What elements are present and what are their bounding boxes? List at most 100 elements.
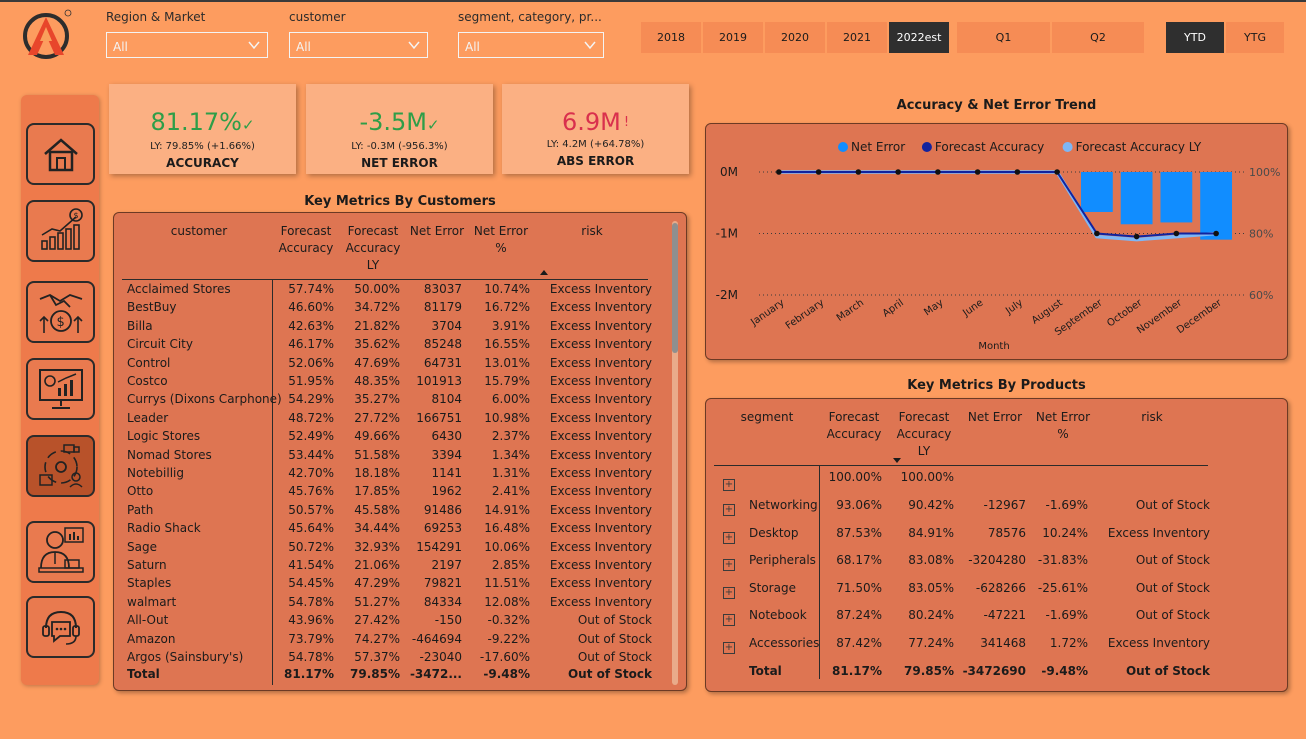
filter-region-market[interactable]: Region & Market All	[106, 10, 268, 58]
table-row[interactable]: + Peripherals 68.17% 83.08% -3204280 -31.83% O…	[714, 553, 1210, 575]
table-row[interactable]: Circuit City 46.17% 35.62% 85248 16.55% Exces…	[122, 337, 652, 355]
filter-dropdown[interactable]: All	[458, 32, 604, 58]
net-error-bar	[1080, 172, 1113, 212]
data-point	[1213, 230, 1219, 237]
cell-forecast-accuracy: 73.79%	[288, 631, 334, 646]
year-button-2022est[interactable]: 2022est	[889, 22, 949, 53]
table-total-row[interactable]: Total 81.17% 79.85% -3472690 -9.48% Out of St…	[714, 664, 1210, 686]
cell-risk: Excess Inventory	[549, 300, 652, 315]
customers-table-title: Key Metrics By Customers	[304, 194, 496, 209]
col-header-risk[interactable]: risk	[1122, 409, 1182, 426]
col-header-customer[interactable]: customer	[164, 223, 234, 240]
table-row[interactable]: Path 50.57% 45.58% 91486 14.91% Excess Invent…	[122, 503, 652, 521]
cell-net-error: -3472...	[409, 667, 462, 681]
nav-analytics-button[interactable]	[26, 358, 95, 420]
nav-home-button[interactable]	[26, 123, 95, 185]
cell-net-error-pct: -9.48%	[1041, 664, 1088, 678]
y-left-tick-label: -1M	[716, 227, 738, 241]
table-row[interactable]: + Desktop 87.53% 84.91% 78576 10.24% Excess In…	[714, 525, 1210, 548]
supply-chain-icon	[38, 444, 83, 488]
table-row[interactable]: Control 52.06% 47.69% 64731 13.01% Excess Inv…	[122, 356, 652, 374]
cell-forecast-accuracy-ly: 74.27%	[354, 631, 400, 646]
cell-segment: Notebook	[749, 608, 807, 622]
col-header-net-error[interactable]: Net Error	[964, 409, 1026, 426]
table-row[interactable]: Staples 54.45% 47.29% 79821 11.51% Excess Inv…	[122, 576, 652, 594]
table-row[interactable]: walmart 54.78% 51.27% 84334 12.08% Excess Inv…	[122, 595, 652, 613]
table-row[interactable]: +100.00% 100.00%	[714, 470, 1208, 492]
expand-plus-icon[interactable]: +	[723, 586, 735, 599]
col-header-segment[interactable]: segment	[732, 409, 802, 426]
col-header-risk[interactable]: risk	[564, 223, 620, 240]
scrollbar-thumb[interactable]	[672, 223, 678, 353]
kpi-caption: ABS ERROR	[556, 154, 635, 168]
col-header-net-error[interactable]: Net Error	[406, 223, 468, 240]
sort-ascending-icon[interactable]	[540, 270, 548, 275]
year-button-2020[interactable]: 2020	[765, 22, 825, 53]
period-button-ytd[interactable]: YTD	[1166, 22, 1224, 53]
filter-dropdown[interactable]: All	[289, 32, 428, 58]
table-row[interactable]: Leader 48.72% 27.72% 166751 10.98% Excess Inv…	[122, 411, 652, 429]
cell-forecast-accuracy: 50.72%	[288, 539, 334, 554]
col-header-forecast-accuracy-ly[interactable]: Forecast Accuracy LY	[894, 409, 954, 460]
nav-support-button[interactable]	[26, 596, 95, 658]
table-row[interactable]: + Storage 71.50% 83.05% -628266 -25.61% Out of…	[714, 581, 1210, 603]
cell-forecast-accuracy: 52.06%	[288, 355, 334, 370]
table-row[interactable]: BestBuy 46.60% 34.72% 81179 16.72% Excess Inv…	[122, 300, 652, 318]
table-row[interactable]: Radio Shack 45.64% 34.44% 69253 16.48% Excess…	[122, 521, 652, 539]
data-point	[855, 169, 862, 175]
expand-plus-icon[interactable]: +	[723, 479, 735, 491]
quarter-button-q1[interactable]: Q1	[957, 22, 1050, 53]
nav-finance-button[interactable]: $	[26, 281, 95, 343]
table-row[interactable]: + Networking 93.06% 90.42% -12967 -1.69% Out o…	[714, 498, 1210, 520]
cell-forecast-accuracy-ly: 47.29%	[354, 576, 400, 591]
table-row[interactable]: Acclaimed Stores 57.74% 50.00% 83037 10.74% E…	[122, 282, 652, 300]
expand-plus-icon[interactable]: +	[723, 614, 735, 626]
sidebar-nav: $ $	[21, 95, 99, 685]
expand-plus-icon[interactable]: +	[723, 504, 735, 516]
expand-plus-icon[interactable]: +	[723, 641, 735, 654]
expand-plus-icon[interactable]: +	[723, 559, 735, 571]
year-button-2019[interactable]: 2019	[703, 22, 763, 53]
table-row[interactable]: + Notebook 87.24% 80.24% -47221 -1.69% Out of …	[714, 608, 1210, 630]
col-header-net-error-pct[interactable]: Net Error %	[472, 223, 530, 257]
year-button-2021[interactable]: 2021	[827, 22, 887, 53]
table-row[interactable]: Notebillig 42.70% 18.18% 1141 1.31% Excess In…	[122, 466, 652, 484]
table-row[interactable]: Otto 45.76% 17.85% 1962 2.41% Excess Inventor…	[122, 484, 652, 502]
filter-dropdown[interactable]: All	[106, 32, 268, 58]
period-button-ytg[interactable]: YTG	[1226, 22, 1284, 53]
quarter-button-q2[interactable]: Q2	[1052, 22, 1144, 53]
cell-net-error: 166751	[416, 410, 462, 425]
vertical-scrollbar[interactable]	[672, 221, 678, 685]
year-button-2018[interactable]: 2018	[641, 22, 701, 53]
col-header-forecast-accuracy-ly[interactable]: Forecast Accuracy LY	[344, 223, 402, 274]
table-row[interactable]: All-Out 43.96% 27.42% -150 -0.32% Out of Stoc…	[122, 613, 652, 631]
table-row[interactable]: + Accessories 87.42% 77.24% 341468 1.72% Exces…	[714, 636, 1210, 658]
table-row[interactable]: Argos (Sainsbury's) 54.78% 57.37% -23040 -17…	[122, 650, 652, 668]
table-row[interactable]: Nomad Stores 53.44% 51.58% 3394 1.34% Excess …	[122, 448, 652, 466]
cell-forecast-accuracy: 57.74%	[288, 282, 334, 296]
legend-marker	[921, 142, 932, 152]
cell-risk: Excess Inventory	[1107, 525, 1210, 540]
table-row[interactable]: Sage 50.72% 32.93% 154291 10.06% Excess Inven…	[122, 540, 652, 558]
col-header-forecast-accuracy[interactable]: Forecast Accuracy	[824, 409, 884, 443]
cell-forecast-accuracy: 51.95%	[288, 374, 334, 388]
table-row[interactable]: Currys (Dixons Carphone) 54.29% 35.27% 8104…	[122, 392, 652, 410]
col-header-forecast-accuracy[interactable]: Forecast Accuracy	[278, 223, 334, 257]
cell-forecast-accuracy: 87.53%	[836, 525, 882, 540]
expand-plus-icon[interactable]: +	[723, 531, 735, 544]
col-header-net-error-pct[interactable]: Net Error %	[1032, 409, 1094, 443]
table-row[interactable]: Logic Stores 52.49% 49.66% 6430 2.37% Excess …	[122, 429, 652, 447]
table-total-row[interactable]: Total 81.17% 79.85% -3472... -9.48% Out of St…	[122, 667, 652, 685]
nav-sales-button[interactable]: $	[26, 200, 95, 262]
nav-supply-chain-button[interactable]	[26, 435, 95, 497]
table-row[interactable]: Saturn 41.54% 21.06% 2197 2.85% Excess Invent…	[122, 558, 652, 576]
nav-executive-button[interactable]	[26, 521, 95, 583]
filter-customer[interactable]: customer All	[289, 10, 428, 58]
filter-segment-category[interactable]: segment, category, pr... All	[458, 10, 604, 58]
table-row[interactable]: Costco 51.95% 48.35% 101913 15.79% Excess Inv…	[122, 374, 652, 392]
cell-net-error: 1962	[431, 484, 462, 499]
sort-descending-icon[interactable]	[893, 458, 901, 463]
table-row[interactable]: Billa 42.63% 21.82% 3704 3.91% Excess Invento…	[122, 319, 652, 337]
table-row[interactable]: Amazon 73.79% 74.27% -464694 -9.22% Out of St…	[122, 632, 652, 650]
cell-net-error-pct: -1.69%	[1045, 498, 1088, 512]
